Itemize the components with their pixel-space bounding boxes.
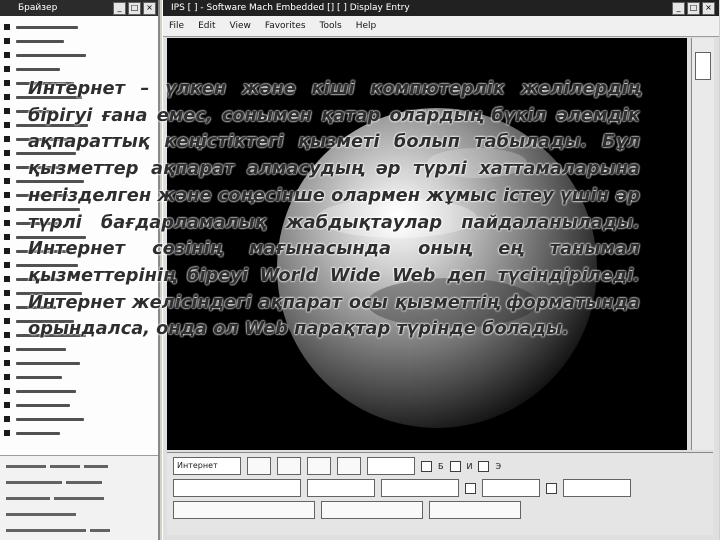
menu-item-favorites[interactable]: Favorites — [265, 21, 306, 31]
toolbar-field[interactable] — [307, 479, 375, 497]
maximize-icon[interactable]: □ — [687, 2, 700, 15]
list-item[interactable] — [4, 48, 158, 62]
right-window-title: IPS [ ] - Software Mach Embedded [] [ ] … — [171, 3, 410, 13]
close-icon[interactable]: × — [143, 2, 156, 15]
minimize-icon[interactable]: _ — [113, 2, 126, 15]
maximize-icon[interactable]: □ — [128, 2, 141, 15]
menu-item-tools[interactable]: Tools — [320, 21, 342, 31]
left-bottom-panel — [0, 455, 158, 540]
list-item[interactable] — [4, 370, 158, 384]
toolbar-button[interactable] — [337, 457, 361, 475]
close-icon[interactable]: × — [702, 2, 715, 15]
list-item[interactable] — [4, 34, 158, 48]
toolbar-field[interactable] — [482, 479, 540, 497]
vertical-scrollbar[interactable] — [691, 38, 714, 450]
toolbar-button[interactable] — [247, 457, 271, 475]
toolbar-field-1[interactable]: Интернет — [173, 457, 241, 475]
menu-item-help[interactable]: Help — [356, 21, 377, 31]
option-label: Э — [495, 461, 502, 471]
menu-item-edit[interactable]: Edit — [198, 21, 215, 31]
toolbar-button[interactable] — [173, 501, 315, 519]
overlay-paragraph: Интернет – үлкен және кіші компютерлік ж… — [28, 78, 640, 340]
toolbar-field[interactable] — [563, 479, 631, 497]
scrollbar-thumb[interactable] — [695, 52, 711, 80]
list-item[interactable] — [4, 356, 158, 370]
list-item[interactable] — [4, 426, 158, 440]
left-window-title: Брайзер — [18, 3, 58, 13]
toolbar-field-2[interactable] — [367, 457, 415, 475]
list-item[interactable] — [4, 62, 158, 76]
option-checkbox[interactable] — [465, 482, 476, 494]
option-checkbox[interactable] — [421, 460, 432, 472]
toolbar-field[interactable] — [381, 479, 459, 497]
menu-item-file[interactable]: File — [169, 21, 184, 31]
list-item[interactable] — [4, 384, 158, 398]
toolbar-button[interactable] — [321, 501, 423, 519]
toolbar-dropdown[interactable] — [173, 479, 301, 497]
option-checkbox[interactable] — [546, 482, 557, 494]
menu-item-view[interactable]: View — [230, 21, 251, 31]
option-label: Б — [438, 461, 444, 471]
left-window-titlebar: Брайзер _ □ × — [0, 0, 158, 16]
list-item[interactable] — [4, 342, 158, 356]
option-label: И — [466, 461, 473, 471]
option-checkbox[interactable] — [478, 460, 490, 472]
list-item[interactable] — [4, 412, 158, 426]
toolbar-button[interactable] — [277, 457, 301, 475]
option-checkbox[interactable] — [449, 460, 461, 472]
right-window-titlebar: IPS [ ] - Software Mach Embedded [] [ ] … — [163, 0, 719, 16]
list-item[interactable] — [4, 20, 158, 34]
list-item[interactable] — [4, 398, 158, 412]
toolbar-button[interactable] — [307, 457, 331, 475]
menu-bar: File Edit View Favorites Tools Help — [163, 16, 719, 37]
toolbar-button[interactable] — [429, 501, 521, 519]
minimize-icon[interactable]: _ — [672, 2, 685, 15]
bottom-toolbar: Интернет Б И Э — [167, 452, 713, 535]
